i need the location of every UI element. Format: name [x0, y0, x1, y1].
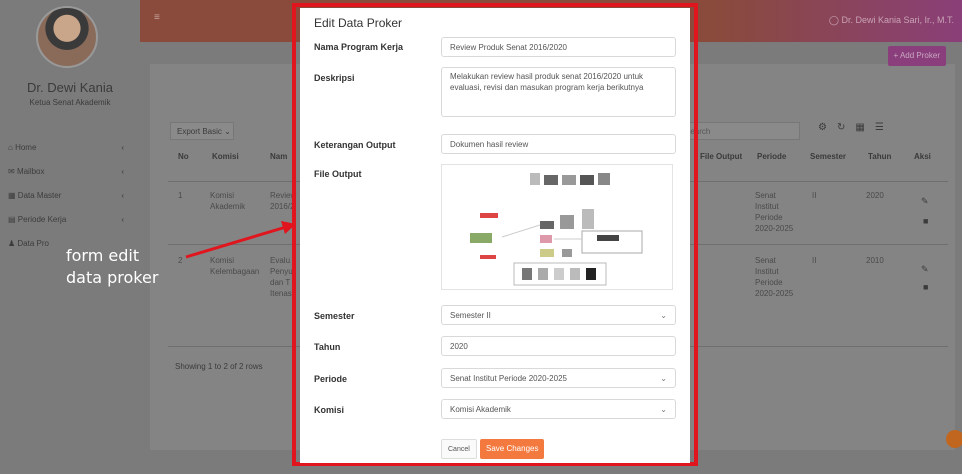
edit-proker-modal: Edit Data Proker Nama Program Kerja Revi… — [300, 8, 690, 463]
tahun-input[interactable]: 2020 — [441, 336, 676, 356]
file-output-preview[interactable] — [441, 164, 673, 290]
tahun-label: Tahun — [314, 342, 341, 352]
cancel-button[interactable]: Cancel — [441, 439, 477, 459]
keterangan-output-input[interactable]: Dokumen hasil review — [441, 134, 676, 154]
nama-program-input[interactable]: Review Produk Senat 2016/2020 — [441, 37, 676, 57]
periode-value: Senat Institut Periode 2020-2025 — [450, 374, 567, 383]
periode-select[interactable]: Senat Institut Periode 2020-2025 ⌄ — [441, 368, 676, 388]
deskripsi-textarea[interactable]: Melakukan review hasil produk senat 2016… — [441, 67, 676, 117]
save-changes-button[interactable]: Save Changes — [480, 439, 545, 459]
file-preview-diagram — [470, 173, 643, 286]
annotation-line-1: form edit — [66, 246, 140, 265]
annotation-label: form edit data proker — [66, 245, 158, 289]
chevron-down-icon: ⌄ — [660, 405, 667, 414]
semester-select[interactable]: Semester II ⌄ — [441, 305, 676, 325]
modal-title: Edit Data Proker — [314, 16, 403, 30]
annotation-line-2: data proker — [66, 268, 159, 287]
chevron-down-icon: ⌄ — [660, 374, 667, 383]
komisi-label: Komisi — [314, 405, 345, 415]
semester-value: Semester II — [450, 311, 491, 320]
periode-label: Periode — [314, 374, 348, 384]
nama-program-label: Nama Program Kerja — [314, 42, 404, 52]
file-output-label: File Output — [314, 169, 362, 179]
semester-label: Semester — [314, 311, 355, 321]
komisi-select[interactable]: Komisi Akademik ⌄ — [441, 399, 676, 419]
chevron-down-icon: ⌄ — [660, 311, 667, 320]
komisi-value: Komisi Akademik — [450, 405, 511, 414]
arrow-line — [185, 225, 287, 259]
keterangan-output-label: Keterangan Output — [314, 140, 396, 150]
deskripsi-label: Deskripsi — [314, 73, 355, 83]
